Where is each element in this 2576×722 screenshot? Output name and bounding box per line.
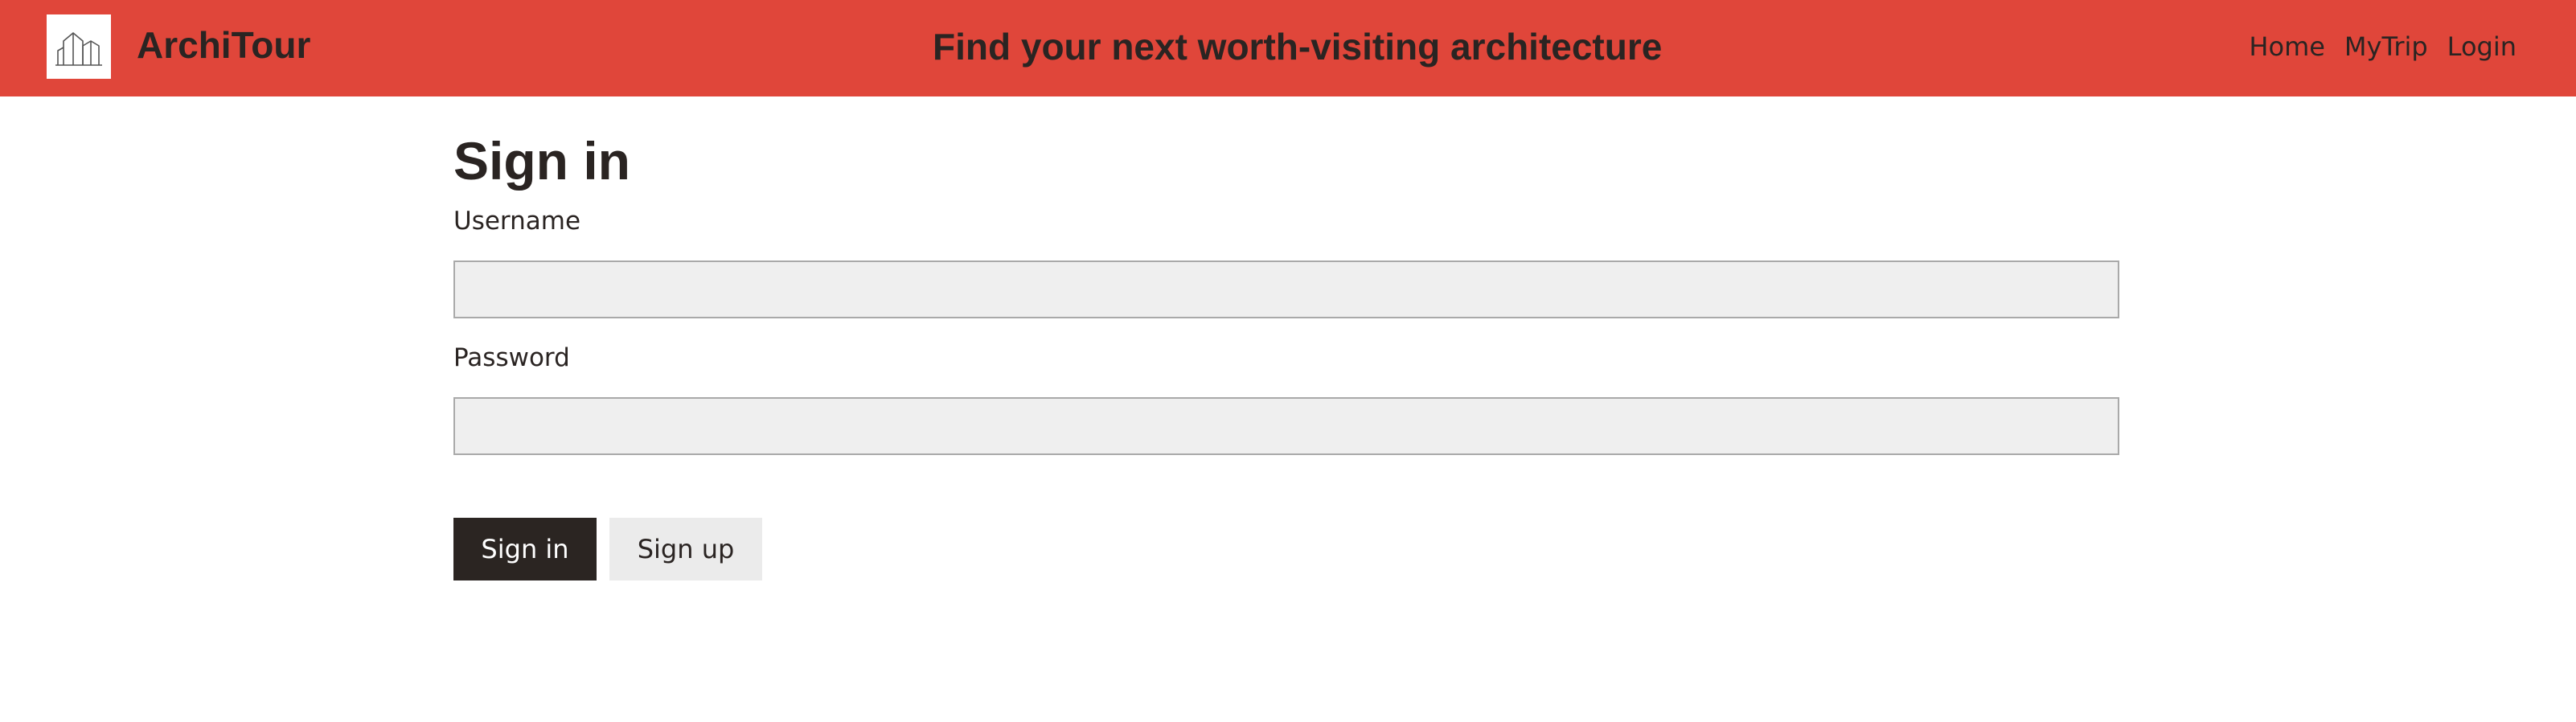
password-field[interactable] bbox=[453, 397, 2119, 455]
nav-login-link[interactable]: Login bbox=[2447, 27, 2517, 66]
nav-home-link[interactable]: Home bbox=[2249, 27, 2325, 66]
username-label: Username bbox=[453, 207, 581, 236]
password-label: Password bbox=[453, 343, 570, 372]
page-title: Sign in bbox=[453, 131, 630, 191]
top-header: ArchiTour Find your next worth-visiting … bbox=[0, 0, 2576, 96]
form-actions: Sign in Sign up bbox=[453, 518, 2121, 580]
buildings-icon bbox=[55, 32, 102, 66]
sign-in-button[interactable]: Sign in bbox=[453, 518, 597, 580]
main-nav: Home MyTrip Login bbox=[2249, 27, 2517, 66]
username-field[interactable] bbox=[453, 260, 2119, 318]
signin-form: Sign in Username Password Sign in Sign u… bbox=[453, 121, 2121, 580]
brand-name[interactable]: ArchiTour bbox=[137, 19, 310, 71]
page-tagline: Find your next worth-visiting architectu… bbox=[933, 26, 1663, 68]
nav-mytrip-link[interactable]: MyTrip bbox=[2344, 27, 2428, 66]
logo[interactable] bbox=[47, 14, 111, 79]
sign-up-button[interactable]: Sign up bbox=[609, 518, 762, 580]
